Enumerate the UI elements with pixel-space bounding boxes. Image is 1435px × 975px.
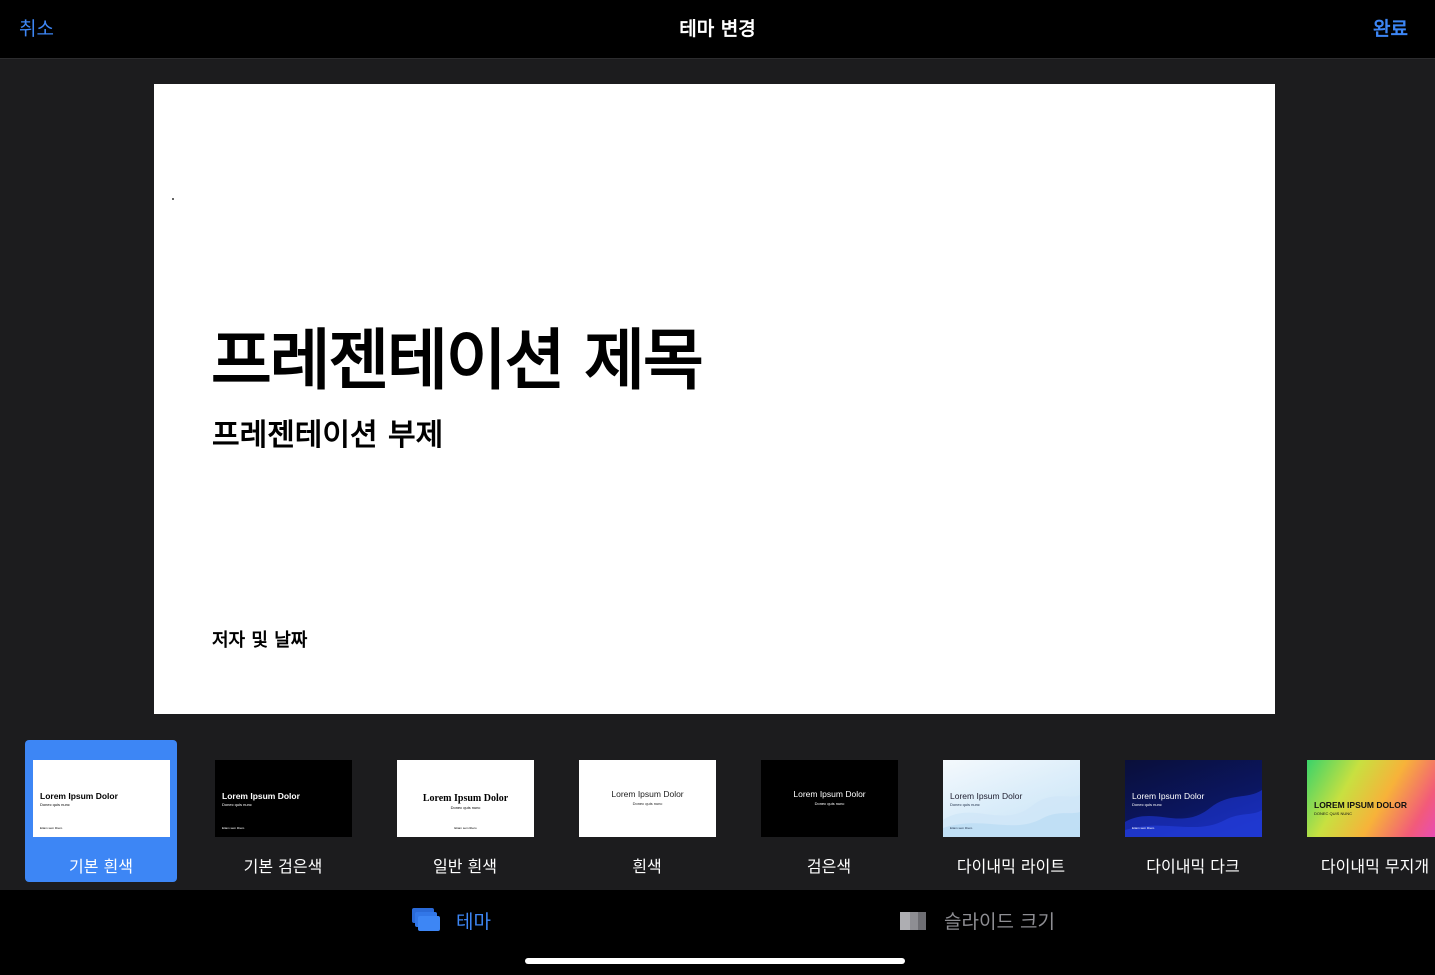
tab-slide-size[interactable]: 슬라이드 크기 xyxy=(898,904,1068,936)
tab-slide-size-label: 슬라이드 크기 xyxy=(944,911,1055,933)
thumbnail-footer: Etiam sem libero xyxy=(950,826,973,830)
theme-basic-black[interactable]: Lorem Ipsum Dolor Donec quis nunc Etiam … xyxy=(207,740,359,882)
thumbnail-subtitle: Donec quis nunc xyxy=(814,801,845,806)
thumbnail-footer: Etiam sem libero xyxy=(40,826,63,830)
tab-theme-label: 테마 xyxy=(456,911,491,933)
tab-theme[interactable]: 테마 xyxy=(410,904,510,936)
done-button[interactable]: 완료 xyxy=(1373,14,1408,41)
theme-plain-white[interactable]: Lorem Ipsum Dolor Donec quis nunc Etiam … xyxy=(389,740,541,882)
theme-thumbnail: Lorem Ipsum Dolor Donec quis nunc Etiam … xyxy=(215,760,352,837)
thumbnail-title: Lorem Ipsum Dolor xyxy=(40,791,118,801)
slide-dot-mark xyxy=(172,198,174,200)
theme-basic-white[interactable]: Lorem Ipsum Dolor Donec quis nunc Etiam … xyxy=(25,740,177,882)
theme-thumbnail: Lorem Ipsum Dolor Donec quis nunc Etiam … xyxy=(397,760,534,837)
theme-thumbnail: Lorem Ipsum Dolor Donec quis nunc Etiam … xyxy=(1125,760,1262,837)
theme-black[interactable]: Lorem Ipsum Dolor Donec quis nunc 검은색 xyxy=(753,740,905,882)
slide-author-date: 저자 및 날짜 xyxy=(212,630,308,651)
home-indicator[interactable] xyxy=(525,958,905,964)
thumbnail-subtitle: Donec quis nunc xyxy=(40,802,70,807)
theme-dynamic-light[interactable]: Lorem Ipsum Dolor Donec quis nunc Etiam … xyxy=(935,740,1087,882)
thumbnail-subtitle: Donec quis nunc xyxy=(1132,802,1162,807)
theme-dynamic-dark[interactable]: Lorem Ipsum Dolor Donec quis nunc Etiam … xyxy=(1117,740,1269,882)
stacked-slides-icon xyxy=(412,908,440,931)
theme-label: 일반 흰색 xyxy=(433,857,497,876)
slide-size-icon xyxy=(900,912,926,930)
thumbnail-subtitle: DONEC QUIS NUNC xyxy=(1314,811,1353,816)
thumbnail-footer: Etiam sem libero xyxy=(222,826,245,830)
slide-subtitle: 프레젠테이션 부제 xyxy=(212,418,444,453)
theme-label: 기본 검은색 xyxy=(243,857,323,876)
thumbnail-title: Lorem Ipsum Dolor xyxy=(611,789,684,799)
thumbnail-subtitle: Donec quis nunc xyxy=(222,802,252,807)
top-bar: 취소 테마 변경 완료 xyxy=(0,0,1435,59)
thumbnail-footer: Etiam sem libero xyxy=(1132,826,1155,830)
thumbnail-title: Lorem Ipsum Dolor xyxy=(950,791,1023,801)
theme-label: 검은색 xyxy=(806,857,852,876)
theme-thumbnail: Lorem Ipsum Dolor Donec quis nunc xyxy=(761,760,898,837)
theme-label: 기본 흰색 xyxy=(69,857,133,876)
theme-label: 흰색 xyxy=(632,857,662,876)
theme-thumbnail: Lorem Ipsum Dolor Donec quis nunc Etiam … xyxy=(33,760,170,837)
thumbnail-title: Lorem Ipsum Dolor xyxy=(422,793,509,804)
theme-picker: Lorem Ipsum Dolor Donec quis nunc Etiam … xyxy=(0,740,1435,890)
slide-title: 프레젠테이션 제목 xyxy=(211,322,704,399)
thumbnail-subtitle: Donec quis nunc xyxy=(450,805,481,810)
theme-white[interactable]: Lorem Ipsum Dolor Donec quis nunc 흰색 xyxy=(571,740,723,882)
thumbnail-title: Lorem Ipsum Dolor xyxy=(1132,791,1205,801)
thumbnail-subtitle: Donec quis nunc xyxy=(950,802,980,807)
thumbnail-title: LOREM IPSUM DOLOR xyxy=(1314,800,1408,810)
slide-preview: 프레젠테이션 제목 프레젠테이션 부제 저자 및 날짜 xyxy=(154,84,1275,714)
thumbnail-title: Lorem Ipsum Dolor xyxy=(222,791,300,801)
thumbnail-subtitle: Donec quis nunc xyxy=(632,801,663,806)
thumbnail-footer: Etiam sem libero xyxy=(454,826,477,830)
theme-thumbnail: LOREM IPSUM DOLOR DONEC QUIS NUNC xyxy=(1307,760,1435,837)
thumbnail-title: Lorem Ipsum Dolor xyxy=(793,789,866,799)
theme-thumbnail: Lorem Ipsum Dolor Donec quis nunc xyxy=(579,760,716,837)
theme-dynamic-rainbow[interactable]: LOREM IPSUM DOLOR DONEC QUIS NUNC 다이내믹 무… xyxy=(1299,740,1435,882)
theme-label: 다이내믹 라이트 xyxy=(956,857,1066,876)
page-title: 테마 변경 xyxy=(679,18,756,40)
theme-thumbnail: Lorem Ipsum Dolor Donec quis nunc Etiam … xyxy=(943,760,1080,837)
theme-label: 다이내믹 무지개 xyxy=(1320,857,1430,876)
theme-label: 다이내믹 다크 xyxy=(1146,857,1240,876)
